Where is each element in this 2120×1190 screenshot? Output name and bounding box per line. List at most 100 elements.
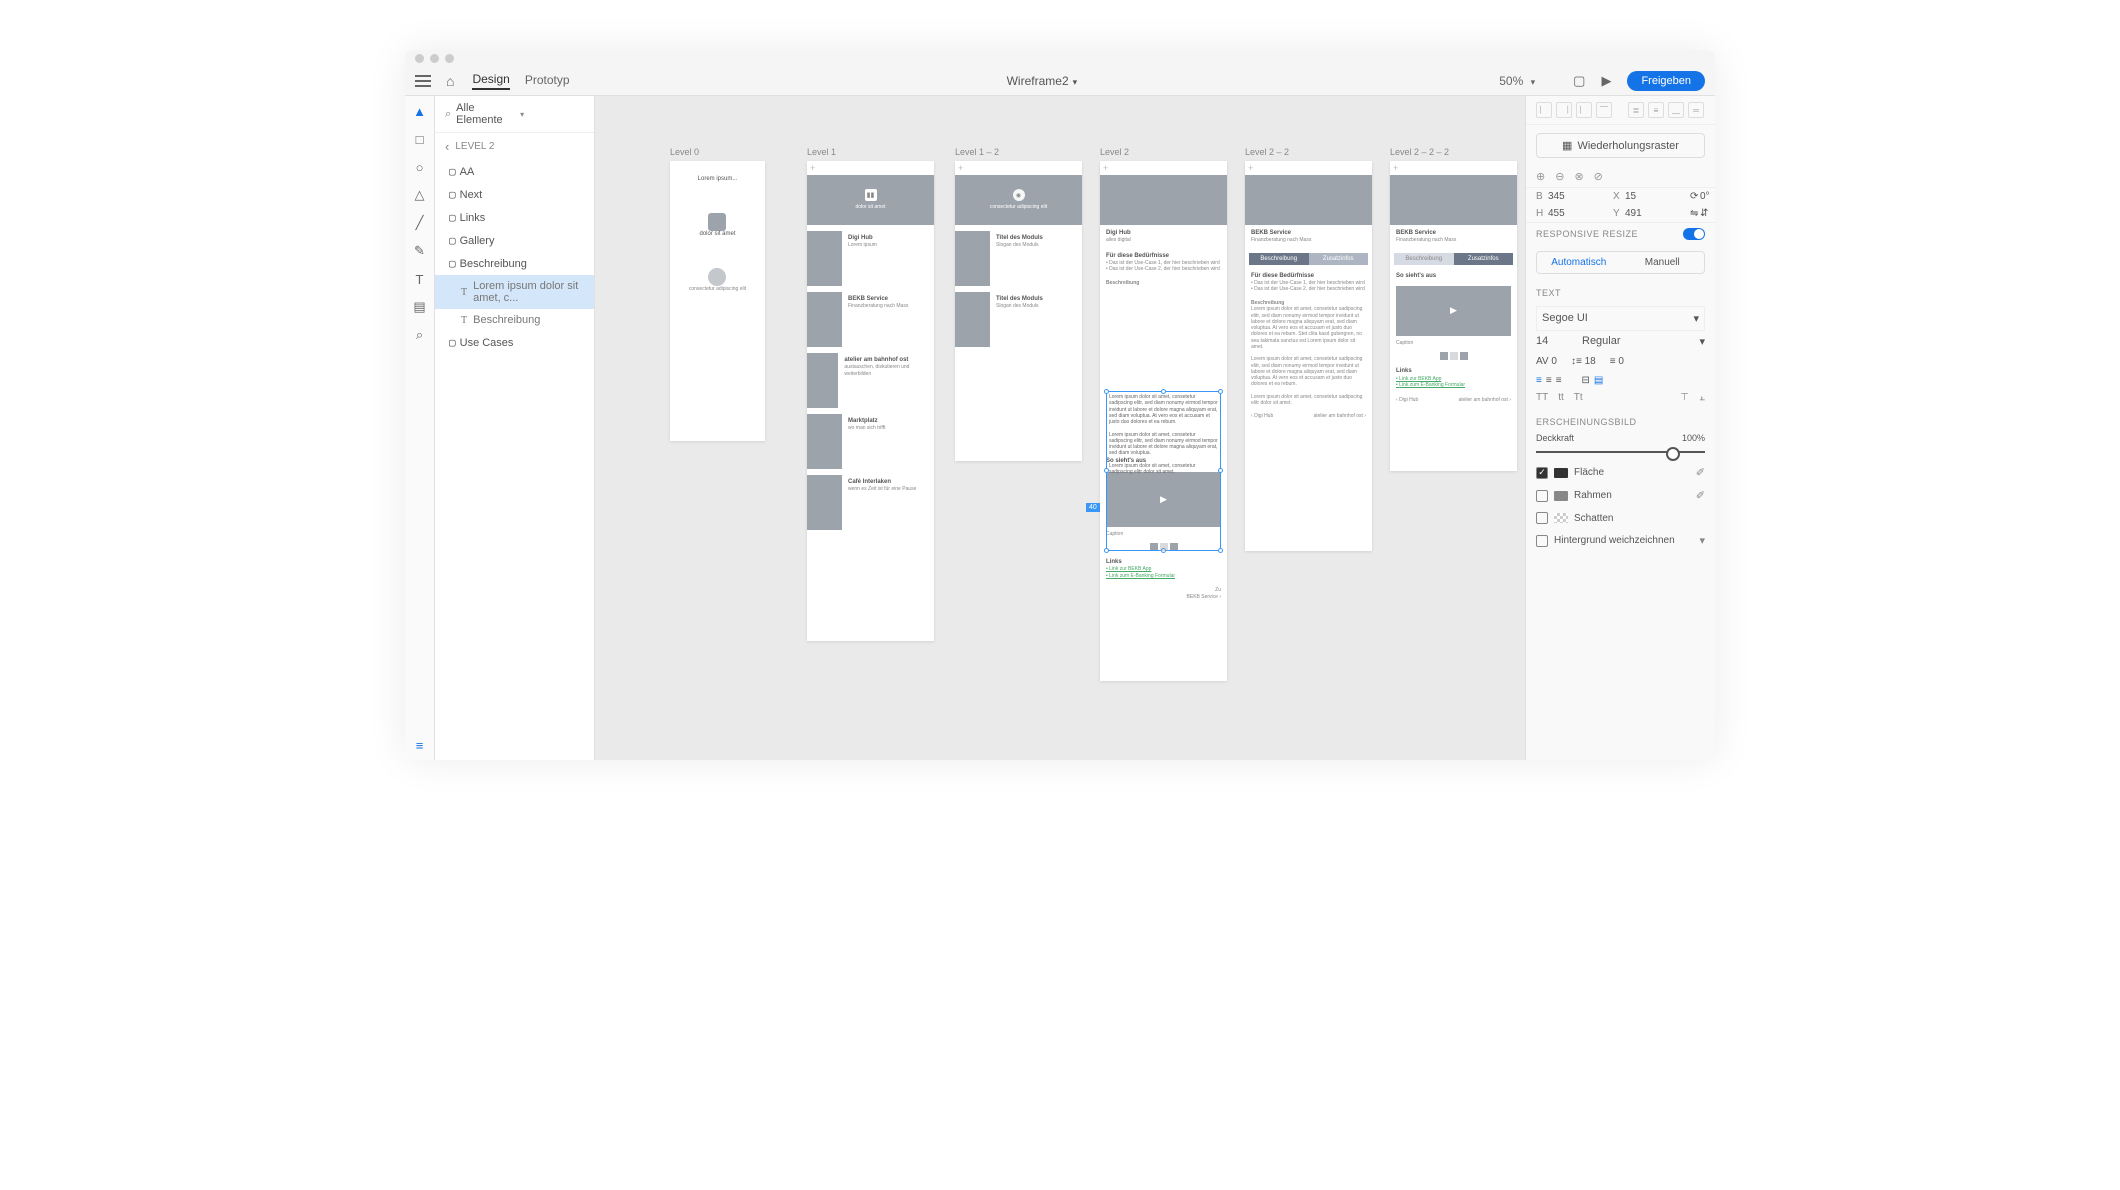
ellipse-tool-icon[interactable]: ○: [413, 160, 427, 174]
play-icon[interactable]: ▶: [1601, 73, 1611, 89]
layer-item[interactable]: Beschreibung: [435, 252, 594, 275]
text-align-left-icon[interactable]: ≡: [1536, 375, 1542, 386]
breadcrumb[interactable]: LEVEL 2: [435, 133, 594, 160]
rectangle-tool-icon[interactable]: □: [413, 132, 427, 146]
shadow-checkbox[interactable]: [1536, 512, 1548, 524]
tab-zusatzinfos[interactable]: Zusatzinfos: [1454, 253, 1514, 265]
add-icon[interactable]: +: [958, 163, 1079, 173]
artboard-label[interactable]: Level 2: [1100, 147, 1129, 157]
align-left-icon[interactable]: ⎸: [1536, 102, 1552, 118]
list-item[interactable]: Café Interlakenwenn es Zeit ist für eine…: [807, 475, 934, 530]
list-item[interactable]: BEKB ServiceFinanzberatung nach Mass: [807, 292, 934, 347]
artboard-level-0[interactable]: Level 0 Lorem ipsum... dolor sit amet co…: [670, 161, 765, 441]
artboard-label[interactable]: Level 2 – 2: [1245, 147, 1289, 157]
area-text-icon[interactable]: ▤: [1594, 375, 1603, 386]
line-height-field[interactable]: ↕≡ 18: [1571, 356, 1596, 367]
pen-tool-icon[interactable]: ✎: [413, 244, 427, 258]
tab-beschreibung[interactable]: Beschreibung: [1394, 253, 1454, 265]
tab-zusatzinfos[interactable]: Zusatzinfos: [1309, 253, 1369, 265]
layer-item[interactable]: Gallery: [435, 229, 594, 252]
fill-swatch[interactable]: [1554, 468, 1568, 478]
add-icon[interactable]: +: [1103, 163, 1224, 173]
y-field[interactable]: Y491: [1603, 205, 1680, 222]
layer-item[interactable]: Beschreibung: [435, 309, 594, 331]
add-icon[interactable]: +: [1393, 163, 1514, 173]
add-icon[interactable]: +: [810, 163, 931, 173]
tab-design[interactable]: Design: [472, 72, 509, 90]
titlecase-icon[interactable]: Tt: [1574, 392, 1583, 403]
align-mid-v-icon[interactable]: ═: [1688, 102, 1704, 118]
border-row[interactable]: Rahmen✐: [1526, 484, 1715, 507]
underline-icon[interactable]: ⊤: [1680, 392, 1689, 403]
align-center-h-icon[interactable]: ⎹: [1556, 102, 1572, 118]
align-right-icon[interactable]: ⎸: [1576, 102, 1592, 118]
share-button[interactable]: Freigeben: [1627, 71, 1705, 91]
artboard-level-2[interactable]: Level 2 + Digi Huballes digital Für dies…: [1100, 161, 1227, 681]
point-text-icon[interactable]: ⊟: [1582, 375, 1590, 386]
layers-icon[interactable]: ≡: [413, 738, 427, 752]
artboard-tool-icon[interactable]: ▤: [413, 300, 427, 314]
tab-prototype[interactable]: Prototyp: [525, 73, 570, 89]
hamburger-icon[interactable]: [415, 75, 431, 87]
flip-v-icon[interactable]: ⇵: [1700, 208, 1710, 219]
list-item[interactable]: atelier am bahnhof ostaustauschen, disku…: [807, 353, 934, 408]
select-tool-icon[interactable]: ▲: [413, 104, 427, 118]
artboard-level-2-2[interactable]: Level 2 – 2 + BEKB ServiceFinanzberatung…: [1245, 161, 1372, 551]
artboard-level-1-2[interactable]: Level 1 – 2 + ◉consectetur adipiscing el…: [955, 161, 1082, 461]
line-tool-icon[interactable]: ╱: [413, 216, 427, 230]
list-item[interactable]: Digi HubLorem ipsum: [807, 231, 934, 286]
text-align-right-icon[interactable]: ≡: [1556, 375, 1562, 386]
home-icon[interactable]: ⌂: [446, 73, 454, 89]
layer-item[interactable]: AA: [435, 160, 594, 183]
zoom-level[interactable]: 50% ▾: [1499, 74, 1535, 88]
lowercase-icon[interactable]: tt: [1558, 392, 1564, 403]
traffic-light-max[interactable]: [445, 54, 454, 63]
align-bottom-icon[interactable]: ⎽: [1668, 102, 1684, 118]
shadow-swatch[interactable]: [1554, 513, 1568, 523]
layer-search[interactable]: Alle Elemente▾: [435, 96, 594, 133]
add-icon[interactable]: +: [1248, 163, 1369, 173]
strikethrough-icon[interactable]: ⫠: [1699, 392, 1705, 403]
width-field[interactable]: B345: [1526, 188, 1603, 205]
uppercase-icon[interactable]: TT: [1536, 392, 1548, 403]
selection-box[interactable]: Lorem ipsum dolor sit amet, consetetur s…: [1106, 391, 1221, 551]
zoom-tool-icon[interactable]: ⌕: [413, 328, 427, 342]
blur-row[interactable]: Hintergrund weichzeichnen▾: [1526, 529, 1715, 552]
blur-checkbox[interactable]: [1536, 535, 1548, 547]
add-op-icon[interactable]: ⊕: [1536, 170, 1545, 183]
font-weight-dropdown[interactable]: Regular▾: [1582, 335, 1705, 348]
artboard-label[interactable]: Level 0: [670, 147, 699, 157]
distribute-v-icon[interactable]: ≡: [1648, 102, 1664, 118]
layer-item[interactable]: Links: [435, 206, 594, 229]
align-top-icon[interactable]: ⎺: [1596, 102, 1612, 118]
polygon-tool-icon[interactable]: △: [413, 188, 427, 202]
layer-item[interactable]: Next: [435, 183, 594, 206]
list-item[interactable]: Marktplatzwo man sich trifft: [807, 414, 934, 469]
traffic-light-min[interactable]: [430, 54, 439, 63]
tab-beschreibung[interactable]: Beschreibung: [1249, 253, 1309, 265]
artboard-label[interactable]: Level 1: [807, 147, 836, 157]
letter-spacing-field[interactable]: AV 0: [1536, 356, 1557, 367]
opacity-slider[interactable]: [1536, 451, 1705, 453]
flip-h-icon[interactable]: ⇋: [1690, 208, 1700, 219]
layer-item-selected[interactable]: Lorem ipsum dolor sit amet, c...: [435, 275, 594, 309]
font-size-field[interactable]: 14: [1536, 335, 1576, 348]
paragraph-spacing-field[interactable]: ≡ 0: [1610, 356, 1624, 367]
canvas[interactable]: Level 0 Lorem ipsum... dolor sit amet co…: [595, 96, 1525, 760]
eyedropper-icon[interactable]: ✐: [1696, 489, 1705, 502]
intersect-op-icon[interactable]: ⊗: [1574, 170, 1583, 183]
font-family-dropdown[interactable]: Segoe UI▾: [1536, 306, 1705, 331]
fill-row[interactable]: ✓Fläche✐: [1526, 461, 1715, 484]
traffic-light-close[interactable]: [415, 54, 424, 63]
subtract-op-icon[interactable]: ⊖: [1555, 170, 1564, 183]
shadow-row[interactable]: Schatten: [1526, 507, 1715, 529]
height-field[interactable]: H455: [1526, 205, 1603, 222]
rotation-field[interactable]: ⟳ 0°: [1680, 188, 1715, 205]
artboard-label[interactable]: Level 2 – 2 – 2: [1390, 147, 1449, 157]
exclude-op-icon[interactable]: ⊘: [1594, 170, 1603, 183]
eyedropper-icon[interactable]: ✐: [1696, 466, 1705, 479]
text-align-center-icon[interactable]: ≡: [1546, 375, 1552, 386]
border-checkbox[interactable]: [1536, 490, 1548, 502]
layer-item[interactable]: Use Cases: [435, 331, 594, 354]
text-tool-icon[interactable]: T: [413, 272, 427, 286]
